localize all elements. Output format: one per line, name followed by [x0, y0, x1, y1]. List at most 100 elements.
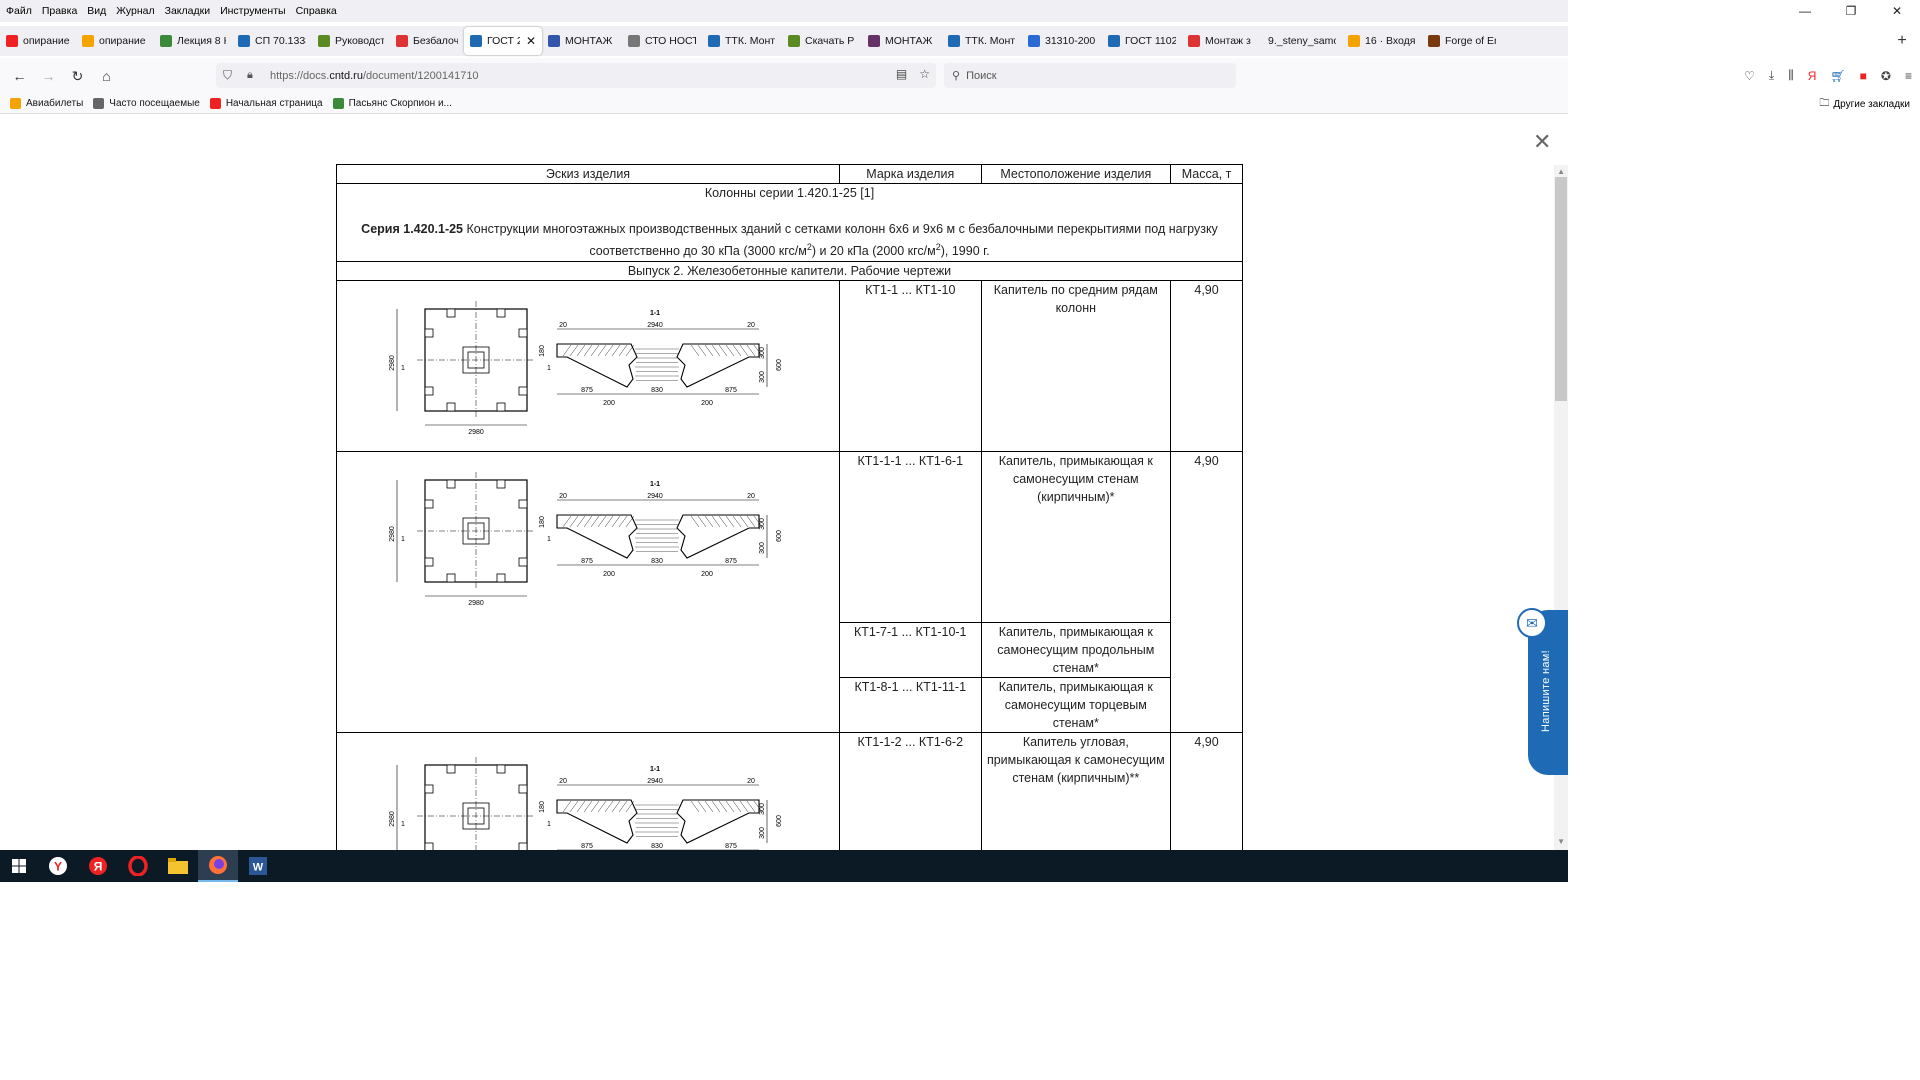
capital-drawing: 29802980111-1202940203003006001808758308… — [389, 757, 783, 850]
firefox-icon[interactable] — [198, 850, 238, 882]
clock[interactable]: 19:04 14.05.2022 — [1836, 853, 1884, 879]
reload-icon[interactable]: ↻ — [63, 62, 92, 90]
bookmark-icon — [209, 98, 221, 109]
bookmark-item[interactable]: Пасьянс Скорпион и... — [332, 98, 452, 109]
row-mark: КТ1-1 ... КТ1-10 — [838, 280, 982, 453]
tab-9[interactable]: СТО НОСТ — [622, 27, 702, 55]
wifi-icon[interactable]: ◠ — [1771, 861, 1780, 872]
search-input[interactable]: ⚲ Поиск — [944, 63, 1236, 88]
tab-label: ГОСТ 1102 — [1125, 35, 1176, 47]
dim-h2: 600 — [776, 530, 783, 542]
yandex-browser-icon[interactable]: Y — [38, 850, 78, 882]
tab-16[interactable]: Монтаж з — [1182, 27, 1262, 55]
clock-date: 14.05.2022 — [1835, 867, 1884, 878]
menu-help[interactable]: Справка — [291, 5, 342, 17]
tab-5[interactable]: Руководст — [312, 27, 390, 55]
tab-2[interactable]: опирание — [76, 27, 154, 55]
cut-mark-right: 1 — [547, 821, 551, 828]
tab-favicon-icon — [708, 35, 720, 47]
scroll-down-icon[interactable]: ▼ — [1557, 837, 1565, 846]
menu-tools[interactable]: Инструменты — [215, 5, 290, 17]
bookmark-item[interactable]: Начальная страница — [209, 98, 323, 109]
close-icon[interactable]: ✕ — [1533, 129, 1551, 155]
tab-13[interactable]: ТТК. Монт — [942, 27, 1022, 55]
plan-notch — [518, 386, 528, 396]
minimize-button[interactable]: — — [1782, 0, 1828, 22]
menu-bookmarks[interactable]: Закладки — [160, 5, 215, 17]
header-sketch: Эскиз изделия — [336, 164, 840, 184]
chevron-up-icon[interactable]: ⌃ — [1731, 861, 1739, 872]
row-location: Капитель, примыкающая к самонесущим прод… — [980, 622, 1172, 679]
dim-side-right: 875 — [725, 387, 737, 394]
bookmark-label: Авиабилеты — [26, 98, 84, 109]
close-tab-icon[interactable]: ✕ — [526, 34, 536, 48]
plan-notch — [496, 308, 506, 318]
tab-10[interactable]: ТТК. Монт — [702, 27, 782, 55]
tab-3[interactable]: Лекция 8 К — [154, 27, 232, 55]
svg-text:W: W — [253, 862, 264, 874]
yandex-icon[interactable]: Я — [78, 850, 118, 882]
tab-4[interactable]: СП 70.1333 — [232, 27, 312, 55]
home-icon[interactable]: ⌂ — [92, 62, 121, 90]
feedback-label[interactable]: Напишите нам! — [1540, 650, 1552, 732]
tab-14[interactable]: 31310-200 — [1022, 27, 1102, 55]
word-icon[interactable]: W — [238, 850, 278, 882]
extension-icon[interactable]: ■ — [1860, 69, 1867, 83]
bookmark-item[interactable]: Часто посещаемые — [93, 98, 200, 109]
url-bar[interactable]: ⛉ 🔒︎ https://docs.cntd.ru/document/12001… — [216, 63, 936, 88]
scroll-up-icon[interactable]: ▲ — [1557, 167, 1565, 176]
menu-icon[interactable]: ≡ — [1905, 69, 1912, 83]
scrollbar-thumb[interactable] — [1555, 177, 1567, 401]
bookmark-star-icon[interactable]: ☆ — [919, 67, 930, 81]
opera-icon[interactable] — [118, 850, 158, 882]
tab-favicon-icon — [1108, 35, 1120, 47]
plan-notch — [424, 557, 434, 567]
downloads-icon[interactable]: ⤓ — [1769, 68, 1774, 83]
cart-icon[interactable]: 🛒︎ — [1830, 69, 1845, 83]
dim-h1-top: 300 — [759, 347, 766, 359]
menu-history[interactable]: Журнал — [111, 5, 159, 17]
maximize-button[interactable]: ❐ — [1828, 0, 1874, 22]
tab-8[interactable]: МОНТАЖ — [542, 27, 622, 55]
windows-start-icon[interactable] — [0, 850, 38, 882]
dim-width: 2940 — [647, 778, 663, 785]
url-text[interactable]: https://docs.cntd.ru/document/1200141710 — [270, 70, 479, 82]
notifications-icon[interactable]: 🗨︎ 1 — [1897, 861, 1914, 874]
tab-19[interactable]: Forge of Em — [1422, 27, 1502, 55]
yandex-icon[interactable]: Я — [1808, 69, 1817, 83]
menu-view[interactable]: Вид — [82, 5, 111, 17]
library-icon[interactable]: ⫼ — [1788, 68, 1794, 83]
tab-18[interactable]: 16 · Входящ — [1342, 27, 1422, 55]
tab-bar: опирание опирание Лекция 8 К СП 70.1333 Руко… — [0, 26, 1568, 56]
other-bookmarks[interactable]: 🗀 Другие закладки — [1819, 96, 1910, 113]
tab-1[interactable]: опирание — [0, 27, 76, 55]
lock-icon[interactable]: 🔒︎ — [247, 69, 261, 82]
dim-bottom-right: 200 — [701, 400, 713, 407]
menu-file[interactable]: Файл — [0, 5, 37, 17]
screen-icon[interactable]: ▭ — [1752, 861, 1761, 872]
new-tab-button[interactable]: + — [1890, 26, 1914, 56]
close-window-button[interactable]: ✕ — [1874, 0, 1920, 22]
dim-edge-left: 20 — [559, 322, 567, 329]
svg-text:Y: Y — [54, 860, 62, 874]
file-explorer-icon[interactable] — [158, 850, 198, 882]
shield-icon[interactable]: ⛉ — [223, 68, 237, 83]
pocket-icon[interactable]: ♡ — [1744, 69, 1755, 83]
forward-icon[interactable]: → — [34, 62, 63, 90]
addon-icon[interactable]: ✪ — [1881, 69, 1891, 83]
language-indicator[interactable]: РУС — [1806, 861, 1826, 872]
tab-15[interactable]: ГОСТ 1102 — [1102, 27, 1182, 55]
tab-12[interactable]: МОНТАЖ — [862, 27, 942, 55]
back-icon[interactable]: ← — [5, 62, 34, 90]
envelope-icon[interactable]: ✉ — [1517, 608, 1547, 638]
tab-7[interactable]: ГОСТ 27 ✕ — [464, 27, 542, 55]
reader-view-icon[interactable]: ▤ — [896, 67, 907, 81]
volume-icon[interactable]: 🔈︎ — [1790, 861, 1796, 872]
bookmark-item[interactable]: Авиабилеты — [10, 98, 83, 109]
feedback-widget[interactable]: ✉ Напишите нам! — [1517, 608, 1568, 775]
tab-11[interactable]: Скачать Р — [782, 27, 862, 55]
tab-17[interactable]: 9._steny_samo — [1262, 27, 1342, 55]
tab-6[interactable]: Безбалочн — [390, 27, 464, 55]
section-title: 1-1 — [650, 481, 660, 488]
menu-edit[interactable]: Правка — [37, 5, 82, 17]
